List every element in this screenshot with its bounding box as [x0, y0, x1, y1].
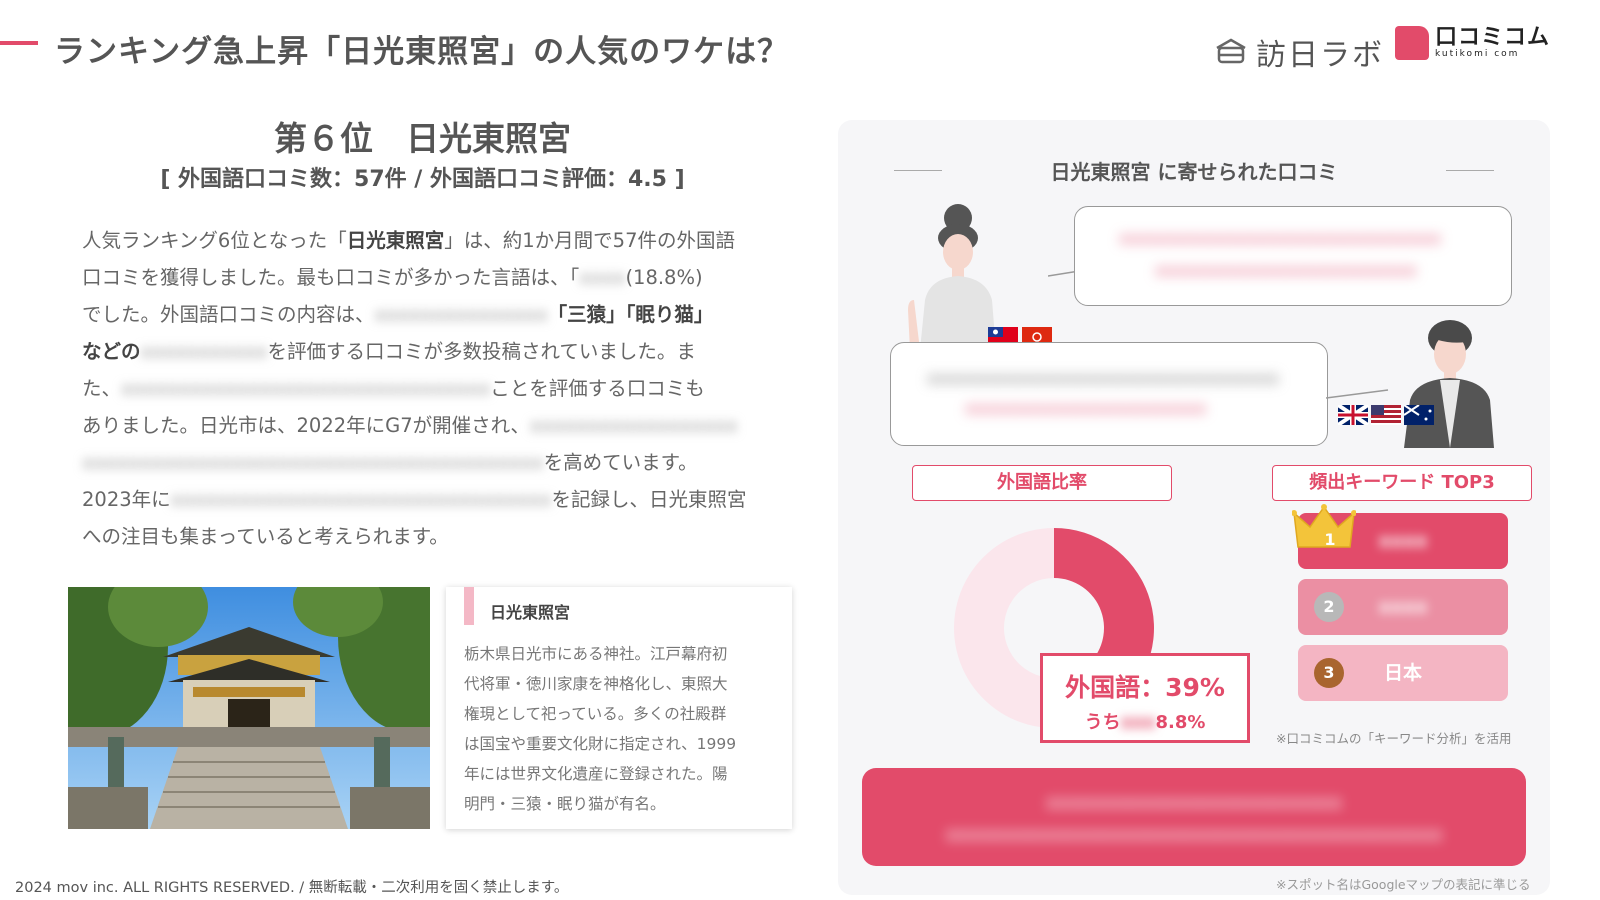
donut-label: 外国語：39% うちxxx8.8% [1040, 653, 1250, 743]
review-bubble-1: xxxxxxxxxxxxxxxxxxxxxxxxxxxxxxxx xxxxxxx… [1074, 206, 1512, 306]
body-text: (18.8%) [625, 266, 703, 289]
top-language-ratio: うちxxx8.8% [1043, 708, 1247, 734]
body-text: ことを評価する口コミも [490, 377, 705, 400]
page-title: ランキング急上昇「日光東照宮」の人気のワケは？ [54, 34, 790, 70]
copyright-footer: 2024 mov inc. ALL RIGHTS RESERVED. / 無断転… [15, 880, 569, 896]
keyword-word: 日本 [1383, 662, 1422, 684]
redacted-text: xxxxxxxxxxxxxxx [374, 303, 548, 326]
redacted-text: xxxx [579, 266, 626, 289]
keyword-note: ※口コミコムの「キーワード分析」を活用 [1276, 731, 1512, 746]
redacted-keyword: xxxx [1378, 530, 1428, 552]
foreign-ratio-value: 外国語：39% [1065, 673, 1225, 702]
flags-uk-us-au-icon [1338, 405, 1434, 425]
body-bold: 「三猿」「眠り猫」 [547, 303, 714, 326]
card-line: 権現として祀っている。多くの社殿群 [464, 705, 727, 723]
redacted-text: xxxxxxxxxxxxxxxxxxxxxxxxxxxxxxxxx [170, 488, 552, 511]
card-accent-bar [464, 587, 474, 625]
redacted-text: xxxxxxxxxxxxxxxxxxxxxxxxxxxxxxxx [121, 377, 491, 400]
body-text: ありました。日光市は、2022年にG7が開催され、 [82, 414, 530, 437]
brand-secondary-en: kutikomi com [1435, 49, 1520, 59]
body-text: 口コミを獲得しました。最も口コミが多かった言語は、「 [82, 266, 580, 289]
redacted-text: xxxxxxxxxxxxxxxxxxxxxxxxxxxxxxxxxxxxxxxx [82, 451, 544, 474]
redacted-review: xxxxxxxxxxxxxxxxxxxxxxxx [965, 399, 1207, 419]
body-bold: などの [82, 340, 141, 363]
review-bubble-2: xxxxxxxxxxxxxxxxxxxxxxxxxxxxxxxxxxx xxxx… [890, 342, 1328, 446]
body-text: を記録し、日光東照宮 [551, 488, 747, 511]
building-icon [1216, 38, 1246, 64]
source-note: ※スポット名はGoogleマップの表記に準じる [1276, 877, 1531, 892]
brand-primary-name: 訪日ラボ [1256, 38, 1384, 73]
card-line: 代将軍・徳川家康を神格化し、東照大 [464, 675, 728, 693]
body-text: への注目も集まっていると考えられます。 [82, 525, 449, 548]
reviews-panel: 日光東照宮 に寄せられた口コミ xxxxxxxxxxxxxxxxxxxxxxxx… [838, 120, 1550, 895]
title-accent-line [0, 41, 38, 45]
body-text: 人気ランキング6位となった「 [82, 229, 347, 252]
brand-logo-primary: 訪日ラボ [1214, 30, 1384, 74]
body-text: を高めています。 [543, 451, 698, 474]
card-title: 日光東照宮 [490, 603, 571, 622]
article-body: 人気ランキング6位となった「日光東照宮」は、約1か月間で57件の外国語 口コミを… [82, 222, 812, 555]
bubble-connector [1326, 389, 1389, 399]
redacted-text: xxx [1120, 712, 1156, 733]
summary-box: xxxxxxxxxxxxxxxxxxxxxxxxx xxxxxxxxxxxxxx… [862, 768, 1526, 866]
card-line: は国宝や重要文化財に指定され、1999 [464, 735, 737, 753]
keywords-label: 頻出キーワード TOP3 [1272, 465, 1532, 501]
keyword-rank-1: 1 xxxx [1292, 504, 1508, 569]
redacted-text: xxxxxxxxxxxxxxxxxx [529, 414, 738, 437]
sub-label-prefix: うち [1084, 712, 1121, 733]
rank-subtitle: [ 外国語口コミ数：57件 / 外国語口コミ評価：4.5 ] [160, 167, 685, 192]
reviewer-man-icon [1404, 320, 1494, 448]
card-body: 栃木県日光市にある神社。江戸幕府初 代将軍・徳川家康を神格化し、東照大 権現とし… [464, 639, 774, 819]
redacted-text: xxxxxxxxxxx [140, 340, 268, 363]
redacted-review: xxxxxxxxxxxxxxxxxxxxxxxxxxxxxxxxxxx [927, 369, 1280, 389]
body-text: た、 [82, 377, 122, 400]
body-text: でした。外国語口コミの内容は、 [82, 303, 375, 326]
keyword-rank-2: 2 xxxx [1298, 579, 1508, 635]
card-line: 年には世界文化遺産に登録された。陽 [464, 765, 728, 783]
card-line: 明門・三猿・眠り猫が有名。 [464, 795, 666, 813]
redacted-review: xxxxxxxxxxxxxxxxxxxxxxxxxxxxxxxx [1119, 229, 1441, 249]
brand-mark-icon [1395, 26, 1429, 60]
redacted-keyword: xxxx [1378, 596, 1428, 618]
redacted-summary: xxxxxxxxxxxxxxxxxxxxxxxxx [1046, 790, 1342, 814]
body-text: を評価する口コミが多数投稿されていました。ま [267, 340, 696, 363]
brand-logo-secondary: 口コミコム kutikomi com [1395, 26, 1550, 60]
panel-title: 日光東照宮 に寄せられた口コミ [1050, 160, 1338, 184]
body-bold: 日光東照宮 [346, 229, 445, 252]
ratio-label: 外国語比率 [912, 465, 1172, 501]
redacted-review: xxxxxxxxxxxxxxxxxxxxxxxxxx [1155, 261, 1417, 281]
body-text: 2023年に [82, 488, 171, 511]
sub-label-value: 8.8% [1155, 712, 1206, 733]
rank-title: 第６位 日光東照宮 [274, 119, 571, 158]
body-text: 」は、約1か月間で57件の外国語 [444, 229, 735, 252]
shrine-photo [68, 587, 430, 829]
info-card: 日光東照宮 栃木県日光市にある神社。江戸幕府初 代将軍・徳川家康を神格化し、東照… [446, 587, 792, 829]
card-line: 栃木県日光市にある神社。江戸幕府初 [464, 645, 728, 663]
brand-secondary-jp: 口コミコム [1435, 25, 1551, 50]
redacted-summary: xxxxxxxxxxxxxxxxxxxxxxxxxxxxxxxxxxxxxxxx… [945, 822, 1443, 846]
keyword-rank-3: 3 日本 [1298, 645, 1508, 701]
